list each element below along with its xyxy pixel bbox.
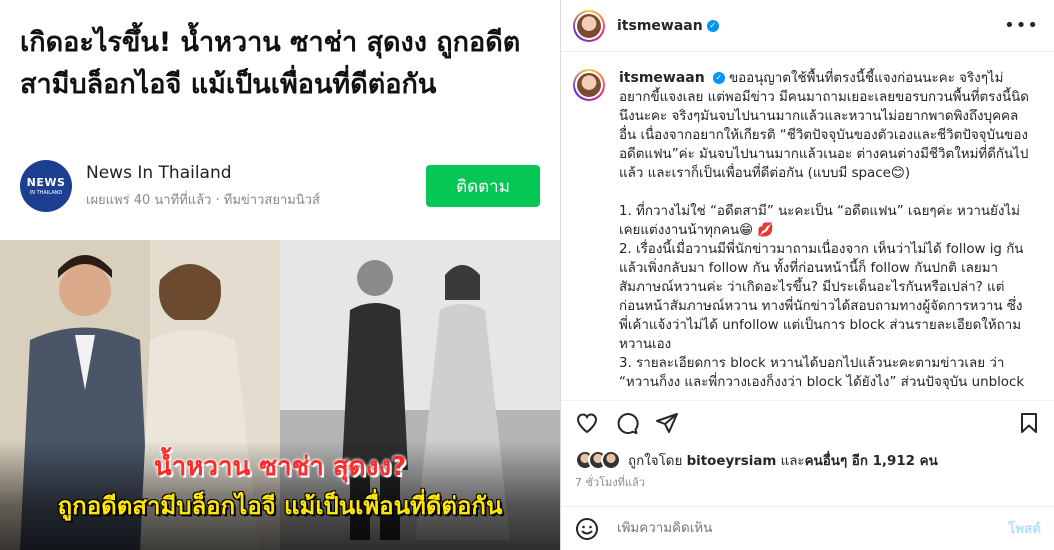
photo-caption-line-2: ถูกอดีตสามีบล็อกไอจี แม้เป็นเพื่อนที่ดีต… xyxy=(57,492,503,520)
likes-prefix: ถูกใจโดย xyxy=(628,453,687,469)
more-horizontal-icon[interactable]: ••• xyxy=(1004,15,1039,36)
post-media[interactable]: เกิดอะไรขึ้น! น้ำหวาน ซาช่า สุดงง ถูกอดี… xyxy=(0,0,560,550)
post-details-panel: itsmewaan ✓ ••• itsmewaan ✓ ขออนุญาตใช้พื… xyxy=(560,0,1054,550)
source-name: News In Thailand xyxy=(86,162,232,183)
caption-paragraph-4: 3. รายละเอียดการ block หวานได้บอกไปแล้วน… xyxy=(619,356,1025,390)
article-headline: เกิดอะไรขึ้น! น้ำหวาน ซาช่า สุดงง ถูกอดี… xyxy=(20,27,521,100)
liker-username[interactable]: bitoeyrsiam xyxy=(687,454,777,469)
caption-paragraph-2: 1. ที่กวางไม่ใช่ “อดีตสามี” นะคะเป็น “อด… xyxy=(619,204,1020,238)
source-text: News In Thailand เผยแพร่ 40 นาทีที่แล้ว … xyxy=(86,163,426,210)
action-bar xyxy=(561,400,1054,444)
caption-username[interactable]: itsmewaan xyxy=(619,70,705,86)
verified-badge-icon: ✓ xyxy=(712,72,725,84)
logo-text-in-thailand: IN THAILAND xyxy=(29,190,63,196)
couple-photo: น้ำหวาน ซาช่า สุดงง? ถูกอดีตสามีบล็อกไอจ… xyxy=(0,240,560,550)
logo-text-news: NEWS xyxy=(26,176,66,189)
likes-others-link[interactable]: คนอื่นๆ อีก 1,912 คน xyxy=(805,454,938,469)
photo-caption-line-1: น้ำหวาน ซาช่า สุดงง? xyxy=(153,452,407,482)
likes-row[interactable]: ถูกใจโดย bitoeyrsiam และคนอื่นๆ อีก 1,91… xyxy=(575,448,938,472)
header-user: itsmewaan ✓ xyxy=(617,18,1004,34)
liker-avatar xyxy=(601,450,621,470)
caption-p1-text: ขออนุญาตใช้พื้นที่ตรงนี้ชี้แจงก่อนนะคะ จ… xyxy=(619,71,1029,181)
comment-input[interactable] xyxy=(617,521,1009,536)
news-article-card: เกิดอะไรขึ้น! น้ำหวาน ซาช่า สุดงง ถูกอดี… xyxy=(0,0,560,240)
avatar[interactable] xyxy=(573,9,605,42)
verified-badge-icon: ✓ xyxy=(706,19,719,32)
caption-paragraph-1: itsmewaan ✓ ขออนุญาตใช้พื้นที่ตรงนี้ชี้แจ… xyxy=(619,69,1029,183)
comment-icon[interactable] xyxy=(615,411,639,435)
comment-bar: โพสต์ xyxy=(561,506,1054,550)
share-icon[interactable] xyxy=(655,411,679,435)
header-username[interactable]: itsmewaan xyxy=(617,18,703,34)
article-source-row: NEWS IN THAILAND News In Thailand เผยแพร… xyxy=(20,156,540,216)
caption-paragraph-3: 2. เรื่องนี้เมื่อวานมีพี่นักข่าวมาถามเนื… xyxy=(619,242,1024,352)
emoji-icon[interactable] xyxy=(575,517,599,541)
source-meta: เผยแพร่ 40 นาทีที่แล้ว · ทีมข่าวสยามนิวส… xyxy=(86,192,320,208)
caption-section[interactable]: itsmewaan ✓ ขออนุญาตใช้พื้นที่ตรงนี้ชี้แจ… xyxy=(561,53,1054,399)
caption-text: itsmewaan ✓ ขออนุญาตใช้พื้นที่ตรงนี้ชี้แจ… xyxy=(619,69,1029,399)
likes-middle: และ xyxy=(776,453,805,469)
instagram-post-modal: เกิดอะไรขึ้น! น้ำหวาน ซาช่า สุดงง ถูกอดี… xyxy=(0,0,1054,550)
post-comment-button[interactable]: โพสต์ xyxy=(1008,518,1041,539)
post-timestamp[interactable]: 7 ชั่วโมงที่แล้ว xyxy=(575,473,645,491)
follow-button: ติดตาม xyxy=(426,165,540,207)
news-in-thailand-logo: NEWS IN THAILAND xyxy=(20,160,72,212)
bookmark-icon[interactable] xyxy=(1017,411,1041,435)
caption-avatar[interactable] xyxy=(573,69,605,101)
heart-icon[interactable] xyxy=(575,411,599,435)
likes-text: ถูกใจโดย bitoeyrsiam และคนอื่นๆ อีก 1,91… xyxy=(628,450,938,471)
post-header: itsmewaan ✓ ••• xyxy=(561,0,1054,52)
